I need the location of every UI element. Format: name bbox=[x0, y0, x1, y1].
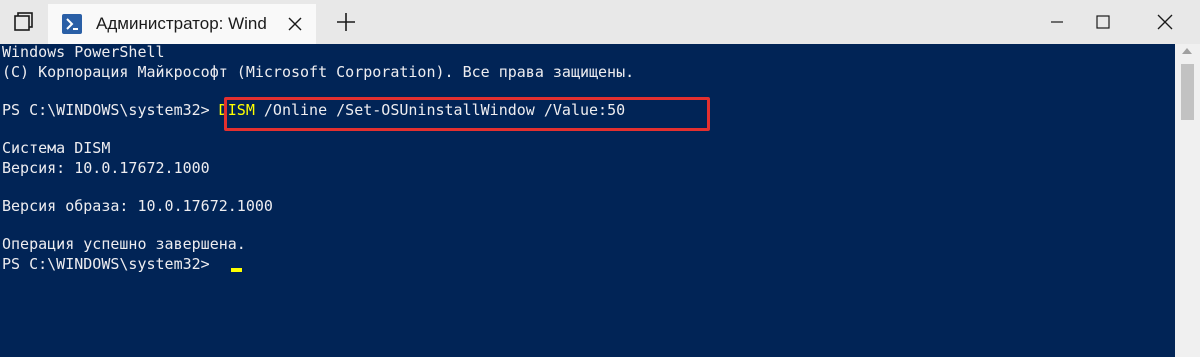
console-prompt-line: PS C:\WINDOWS\system32> bbox=[2, 255, 219, 273]
prompt: PS C:\WINDOWS\system32> bbox=[2, 101, 219, 119]
new-tab-button[interactable] bbox=[326, 0, 366, 44]
powershell-icon bbox=[62, 14, 82, 34]
close-icon bbox=[1157, 14, 1173, 30]
tab-powershell[interactable]: Администратор: Wind bbox=[48, 4, 316, 44]
scroll-thumb[interactable] bbox=[1181, 64, 1194, 120]
console-line: Windows PowerShell bbox=[2, 43, 165, 61]
console-line: Версия образа: 10.0.17672.1000 bbox=[2, 197, 273, 215]
scroll-up-arrow-icon[interactable] bbox=[1182, 48, 1192, 54]
console-line: Операция успешно завершена. bbox=[2, 235, 246, 253]
tab-title: Администратор: Wind bbox=[96, 14, 267, 33]
console-line: (C) Корпорация Майкрософт (Microsoft Cor… bbox=[2, 63, 635, 81]
close-window-button[interactable] bbox=[1130, 0, 1200, 44]
text-cursor bbox=[231, 268, 242, 272]
vertical-scrollbar[interactable] bbox=[1175, 44, 1200, 357]
tab-list-icon bbox=[14, 12, 33, 31]
annotation-highlight-box bbox=[224, 97, 710, 131]
minimize-button[interactable] bbox=[1034, 0, 1080, 44]
console-line: Версия: 10.0.17672.1000 bbox=[2, 159, 210, 177]
close-icon bbox=[288, 17, 302, 31]
maximize-button[interactable] bbox=[1080, 0, 1126, 44]
tab-list-button[interactable] bbox=[0, 0, 48, 44]
plus-icon bbox=[337, 13, 355, 31]
console-line: Система DISM bbox=[2, 139, 111, 157]
minimize-icon bbox=[1051, 21, 1063, 23]
close-tab-button[interactable] bbox=[288, 17, 302, 31]
maximize-icon bbox=[1096, 15, 1110, 29]
title-bar: Администратор: Wind bbox=[0, 0, 1200, 44]
